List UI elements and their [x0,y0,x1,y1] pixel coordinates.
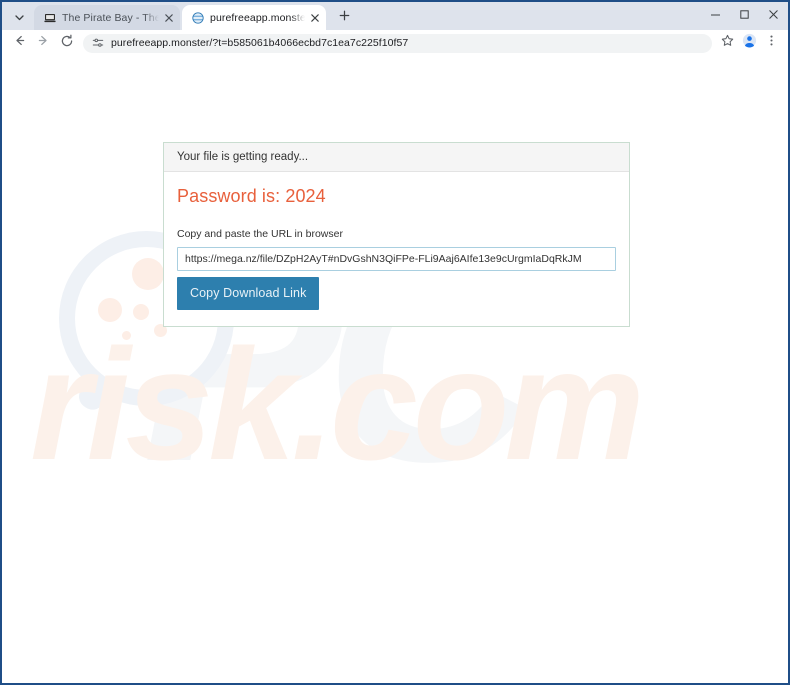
magnifier-dot [122,331,131,340]
browser-toolbar: purefreeapp.monster/?t=b585061b4066ecbd7… [2,30,788,56]
window-minimize-button[interactable] [701,2,730,30]
back-button[interactable] [8,32,30,54]
download-card: Your file is getting ready... Password i… [163,142,630,327]
pirate-bay-favicon [43,11,56,24]
close-icon [768,7,779,25]
reload-icon [60,34,74,53]
browser-tab-pirate-bay[interactable]: The Pirate Bay - The galaxy's m [34,5,180,30]
minimize-icon [710,7,721,25]
browser-window: The Pirate Bay - The galaxy's m [0,0,790,685]
star-icon [721,34,734,52]
bookmark-button[interactable] [717,33,738,54]
plus-icon [339,8,350,26]
download-url-input[interactable] [177,247,616,271]
maximize-icon [739,7,750,25]
window-close-button[interactable] [759,2,788,30]
browser-tab-purefreeapp[interactable]: purefreeapp.monster/?t=b5850 [182,5,326,30]
watermark-risk-text: risk.com [30,317,645,493]
tab-close-button[interactable] [307,10,322,25]
url-field-label: Copy and paste the URL in browser [177,228,343,240]
tab-title: purefreeapp.monster/?t=b5850 [210,11,305,24]
forward-button[interactable] [32,32,54,54]
address-bar-url: purefreeapp.monster/?t=b585061b4066ecbd7… [111,37,409,49]
browser-menu-button[interactable] [761,33,782,54]
card-header-text: Your file is getting ready... [164,143,629,172]
copy-download-link-button[interactable]: Copy Download Link [177,277,320,310]
window-maximize-button[interactable] [730,2,759,30]
magnifier-dot [98,298,122,322]
reload-button[interactable] [56,32,78,54]
password-text: Password is: 2024 [177,186,326,206]
tab-title: The Pirate Bay - The galaxy's m [62,11,159,24]
card-body: Password is: 2024 Copy and paste the URL… [164,172,629,326]
tab-close-button[interactable] [161,10,176,25]
globe-favicon [191,11,204,24]
arrow-left-icon [13,34,26,52]
browser-chrome: The Pirate Bay - The galaxy's m [2,2,788,57]
profile-avatar-icon [742,33,757,53]
magnifier-dot [133,304,149,320]
chevron-down-icon [14,12,25,23]
three-dot-menu-icon [765,34,778,52]
address-bar[interactable]: purefreeapp.monster/?t=b585061b4066ecbd7… [83,33,712,53]
window-controls [701,2,788,30]
profile-button[interactable] [739,33,760,54]
arrow-right-icon [37,34,50,52]
magnifier-handle [74,353,128,415]
tab-strip: The Pirate Bay - The galaxy's m [2,2,788,30]
tab-search-button[interactable] [8,7,30,27]
magnifier-dot [132,258,164,290]
new-tab-button[interactable] [333,6,355,28]
page-viewport: PC risk.com Your file is getting ready..… [2,56,788,683]
tune-icon[interactable] [91,37,104,50]
